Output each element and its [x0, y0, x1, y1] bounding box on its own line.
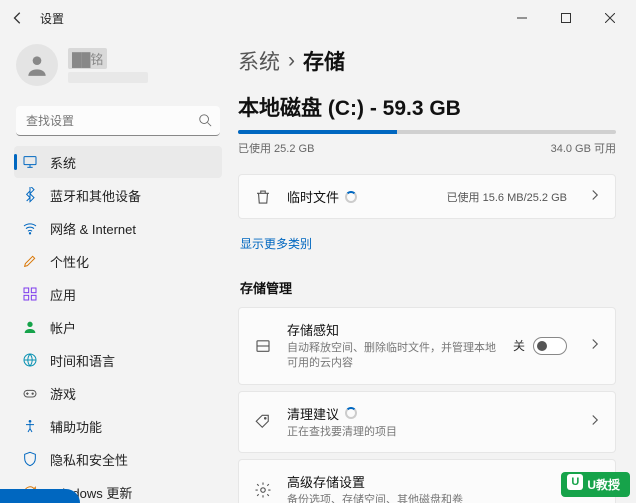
breadcrumb-parent[interactable]: 系统 — [238, 46, 280, 76]
titlebar: 设置 — [0, 0, 636, 36]
chevron-right-icon — [589, 413, 601, 431]
sidebar-item-system[interactable]: 系统 — [14, 146, 222, 178]
access-icon — [22, 418, 38, 434]
sidebar-item-label: 蓝牙和其他设备 — [50, 186, 141, 205]
temp-files-meta: 已使用 15.6 MB/25.2 GB — [447, 189, 567, 205]
disk-icon — [253, 337, 273, 355]
breadcrumb-sep: › — [288, 49, 295, 73]
sidebar-item-time[interactable]: 时间和语言 — [14, 344, 222, 376]
profile-name: ██铭 — [68, 48, 107, 69]
sidebar-item-label: 隐私和安全性 — [50, 450, 128, 469]
sidebar-item-privacy[interactable]: 隐私和安全性 — [14, 443, 222, 475]
minimize-button[interactable] — [500, 3, 544, 33]
sidebar-item-apps[interactable]: 应用 — [14, 278, 222, 310]
nav-list: 系统蓝牙和其他设备网络 & Internet 个性化应用帐户时间和语言游戏辅助功能… — [14, 146, 222, 503]
breadcrumb: 系统 › 存储 — [238, 46, 616, 76]
loading-spinner — [345, 191, 357, 203]
chevron-right-icon — [589, 188, 601, 206]
storage-sense-toggle[interactable] — [533, 337, 567, 355]
chevron-right-icon — [589, 337, 601, 355]
sidebar-item-label: 辅助功能 — [50, 417, 102, 436]
advanced-card[interactable]: 高级存储设置 备份选项、存储空间、其他磁盘和卷 — [238, 459, 616, 503]
profile[interactable]: ██铭 — [14, 36, 222, 102]
sidebar: ██铭 系统蓝牙和其他设备网络 & Internet 个性化应用帐户时间和语言游戏… — [0, 36, 230, 503]
window-title: 设置 — [40, 10, 64, 27]
sidebar-item-accessibility[interactable]: 辅助功能 — [14, 410, 222, 442]
maximize-button[interactable] — [544, 3, 588, 33]
bluetooth-icon — [22, 187, 38, 203]
cleanup-title: 清理建议 — [287, 404, 339, 423]
brush-icon — [22, 253, 38, 269]
temp-files-title: 临时文件 — [287, 187, 339, 206]
disk-used-label: 已使用 25.2 GB — [238, 140, 314, 156]
decoration — [0, 489, 80, 503]
sidebar-item-label: 应用 — [50, 285, 76, 304]
disk-title: 本地磁盘 (C:) - 59.3 GB — [238, 92, 616, 122]
search-icon — [198, 113, 212, 132]
watermark: U教授 — [561, 472, 630, 497]
sidebar-item-network[interactable]: 网络 & Internet — [14, 212, 222, 244]
sidebar-item-label: 时间和语言 — [50, 351, 115, 370]
content: 系统 › 存储 本地磁盘 (C:) - 59.3 GB 已使用 25.2 GB … — [230, 36, 636, 503]
storage-sense-card[interactable]: 存储感知 自动释放空间、删除临时文件，并管理本地可用的云内容 关 — [238, 307, 616, 385]
show-more-link[interactable]: 显示更多类别 — [240, 235, 312, 252]
toggle-label: 关 — [513, 337, 525, 354]
sidebar-item-label: 帐户 — [50, 318, 76, 337]
apps-icon — [22, 286, 38, 302]
cleanup-card[interactable]: 清理建议 正在查找要清理的项目 — [238, 391, 616, 453]
person-icon — [22, 319, 38, 335]
loading-spinner — [345, 407, 357, 419]
tag-icon — [253, 413, 273, 431]
sidebar-item-gaming[interactable]: 游戏 — [14, 377, 222, 409]
shield-icon — [22, 451, 38, 467]
sidebar-item-accounts[interactable]: 帐户 — [14, 311, 222, 343]
advanced-title: 高级存储设置 — [287, 472, 365, 491]
storage-sense-sub: 自动释放空间、删除临时文件，并管理本地可用的云内容 — [287, 341, 499, 372]
disk-free-label: 34.0 GB 可用 — [551, 140, 616, 156]
back-button[interactable] — [4, 4, 32, 32]
avatar — [16, 44, 58, 86]
search-input[interactable] — [16, 106, 220, 136]
cleanup-sub: 正在查找要清理的项目 — [287, 425, 575, 440]
storage-mgmt-header: 存储管理 — [240, 278, 614, 297]
sidebar-item-label: 网络 & Internet — [50, 219, 136, 238]
disk-usage-fill — [238, 130, 397, 134]
game-icon — [22, 385, 38, 401]
sidebar-item-label: 系统 — [50, 153, 76, 172]
close-button[interactable] — [588, 3, 632, 33]
disk-usage-bar — [238, 130, 616, 134]
wifi-icon — [22, 220, 38, 236]
breadcrumb-current: 存储 — [303, 46, 345, 76]
trash-icon — [253, 188, 273, 206]
sidebar-item-label: 游戏 — [50, 384, 76, 403]
temp-files-card[interactable]: 临时文件 已使用 15.6 MB/25.2 GB — [238, 174, 616, 219]
sidebar-item-label: 个性化 — [50, 252, 89, 271]
search-box[interactable] — [16, 106, 220, 136]
globe-icon — [22, 352, 38, 368]
profile-email — [68, 72, 148, 83]
sidebar-item-bluetooth[interactable]: 蓝牙和其他设备 — [14, 179, 222, 211]
system-icon — [22, 154, 38, 170]
gear-icon — [253, 481, 273, 499]
storage-sense-title: 存储感知 — [287, 320, 339, 339]
advanced-sub: 备份选项、存储空间、其他磁盘和卷 — [287, 493, 575, 503]
sidebar-item-personalize[interactable]: 个性化 — [14, 245, 222, 277]
